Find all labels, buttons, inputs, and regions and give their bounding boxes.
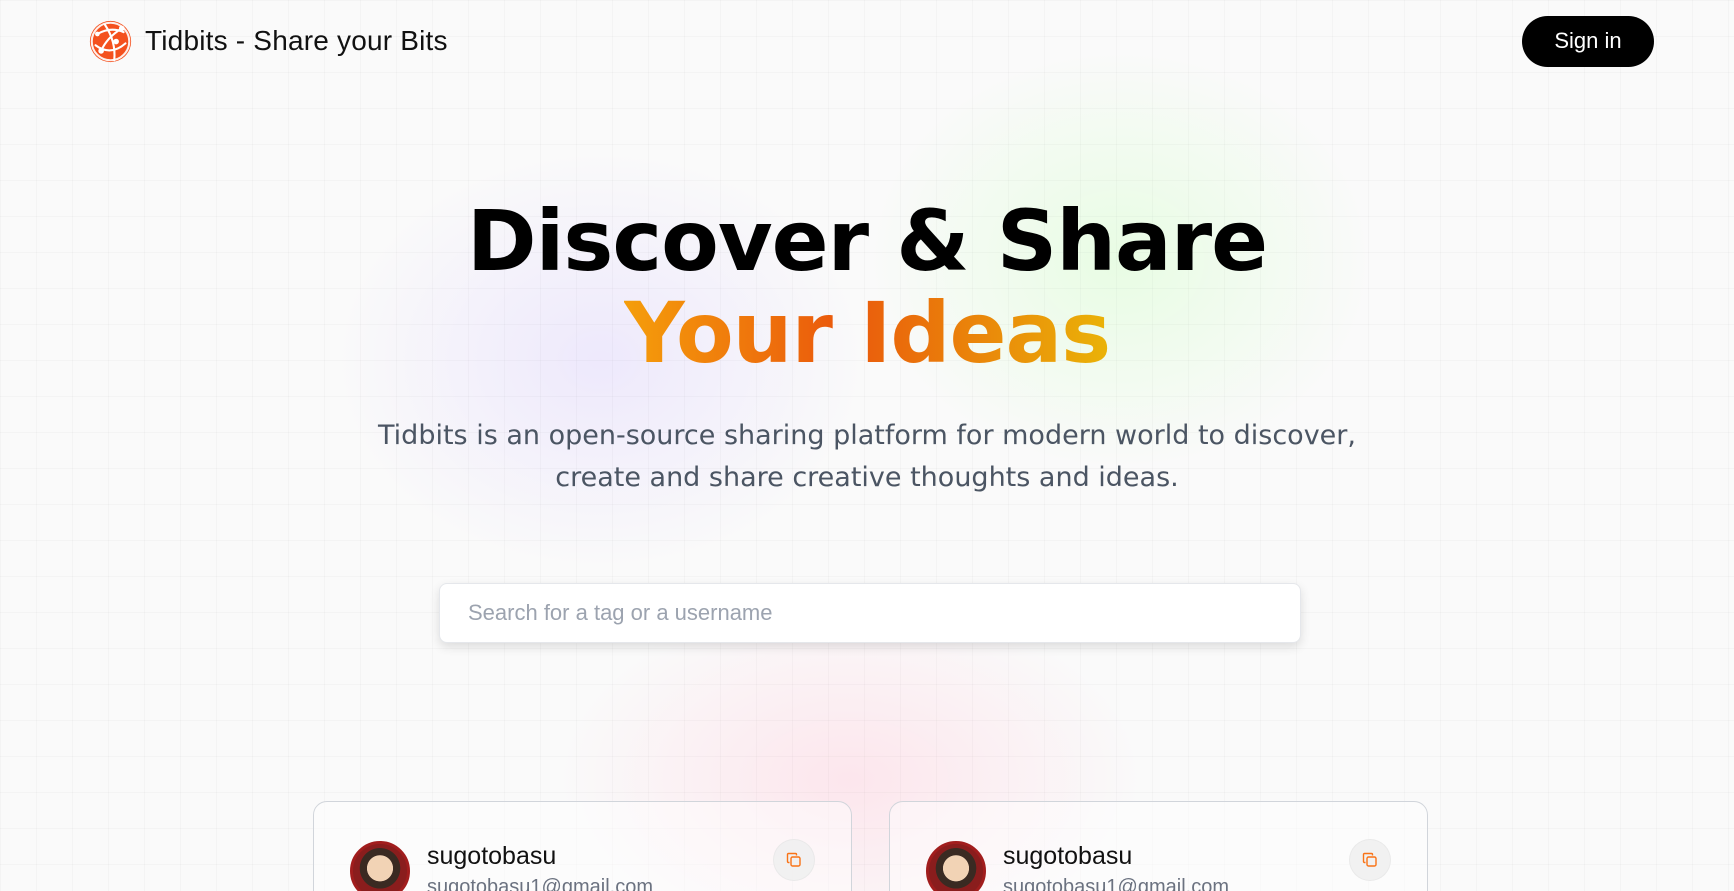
post-username[interactable]: sugotobasu xyxy=(427,842,556,871)
globe-network-icon xyxy=(89,20,132,62)
top-navbar: Tidbits - Share your Bits Sign in xyxy=(0,0,1734,82)
brand[interactable]: Tidbits - Share your Bits xyxy=(88,19,448,64)
brand-title: Tidbits - Share your Bits xyxy=(145,25,448,56)
search-input[interactable] xyxy=(439,583,1301,643)
hero-title-line1: Discover & Share xyxy=(466,192,1268,290)
post-email: sugotobasu1@gmail.com xyxy=(1003,876,1229,891)
copy-button[interactable] xyxy=(773,839,815,881)
copy-icon xyxy=(1362,852,1377,867)
post-email: sugotobasu1@gmail.com xyxy=(427,876,653,891)
hero-title: Discover & Share Your Ideas xyxy=(0,195,1734,379)
post-card[interactable]: sugotobasu sugotobasu1@gmail.com xyxy=(889,801,1428,891)
post-username[interactable]: sugotobasu xyxy=(1003,842,1132,871)
hero-subtitle: Tidbits is an open-source sharing platfo… xyxy=(378,420,1356,493)
sign-in-button[interactable]: Sign in xyxy=(1522,15,1654,67)
hero-title-highlight: Your Ideas xyxy=(623,284,1111,382)
avatar[interactable] xyxy=(350,841,410,891)
search-form xyxy=(439,583,1301,643)
copy-button[interactable] xyxy=(1349,839,1391,881)
post-card[interactable]: sugotobasu sugotobasu1@gmail.com xyxy=(313,801,852,891)
avatar[interactable] xyxy=(926,841,986,891)
hero-section: Discover & Share Your Ideas Tidbits is a… xyxy=(0,195,1734,499)
copy-icon xyxy=(786,852,801,867)
